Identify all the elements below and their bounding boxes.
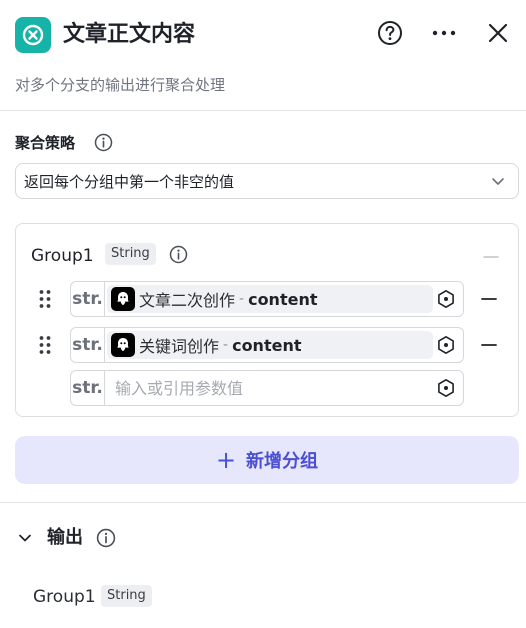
source-node-name: 关键词创作: [139, 337, 220, 356]
node-title[interactable]: 文章正文内容: [63, 19, 195, 51]
strategy-selected-value: 返回每个分组中第一个非空的值: [24, 172, 235, 191]
reference-variable-icon[interactable]: [436, 378, 456, 398]
source-node-name: 文章二次创作: [139, 291, 236, 310]
group-card: Group1 String str. 文章二次创作 - content str.…: [15, 223, 519, 417]
group-name[interactable]: Group1: [31, 244, 94, 268]
drag-handle-icon[interactable]: [38, 334, 52, 356]
reference-variable-icon[interactable]: [436, 289, 456, 309]
variable-reference-tag[interactable]: 文章二次创作 - content: [107, 285, 433, 313]
parameter-value-input[interactable]: [107, 371, 427, 405]
info-icon[interactable]: [94, 133, 113, 152]
add-group-button[interactable]: + 新增分组: [15, 436, 519, 484]
separator: -: [239, 291, 245, 307]
variable-field[interactable]: str. 关键词创作 - content: [70, 327, 464, 363]
bot-node-icon: [111, 287, 135, 311]
source-variable-name: content: [248, 289, 318, 309]
output-type-badge: String: [101, 585, 152, 607]
variable-field[interactable]: str. 文章二次创作 - content: [70, 281, 464, 317]
empty-variable-field[interactable]: str.: [70, 370, 464, 406]
node-header: 文章正文内容: [0, 0, 526, 70]
remove-item-icon[interactable]: [480, 336, 498, 354]
remove-group-icon[interactable]: [482, 248, 500, 266]
divider: [0, 110, 526, 111]
type-label: str.: [71, 371, 105, 405]
separator: -: [223, 337, 229, 353]
more-horizontal-icon[interactable]: [430, 19, 458, 47]
info-icon[interactable]: [96, 528, 116, 548]
type-label: str.: [71, 282, 105, 316]
collapse-chevron-icon[interactable]: [17, 530, 33, 546]
strategy-label: 聚合策略: [15, 134, 76, 152]
chevron-down-icon: [490, 173, 506, 193]
plus-icon: +: [215, 446, 237, 474]
question-circle-icon[interactable]: [376, 19, 404, 47]
divider: [0, 502, 526, 503]
output-section-label: 输出: [47, 527, 83, 548]
drag-handle-icon[interactable]: [38, 288, 52, 310]
group-type-badge: String: [105, 243, 156, 265]
remove-item-icon[interactable]: [480, 290, 498, 308]
info-icon[interactable]: [169, 245, 188, 264]
strategy-select[interactable]: 返回每个分组中第一个非空的值: [15, 163, 519, 199]
bot-node-icon: [111, 333, 135, 357]
type-label: str.: [71, 328, 105, 362]
reference-variable-icon[interactable]: [436, 335, 456, 355]
add-group-label: 新增分组: [246, 451, 319, 472]
variable-merge-icon: [15, 17, 51, 53]
variable-reference-tag[interactable]: 关键词创作 - content: [107, 331, 433, 359]
output-variable-name: Group1: [33, 587, 96, 607]
source-variable-name: content: [232, 335, 302, 355]
node-description[interactable]: 对多个分支的输出进行聚合处理: [15, 74, 225, 96]
close-icon[interactable]: [484, 19, 512, 47]
